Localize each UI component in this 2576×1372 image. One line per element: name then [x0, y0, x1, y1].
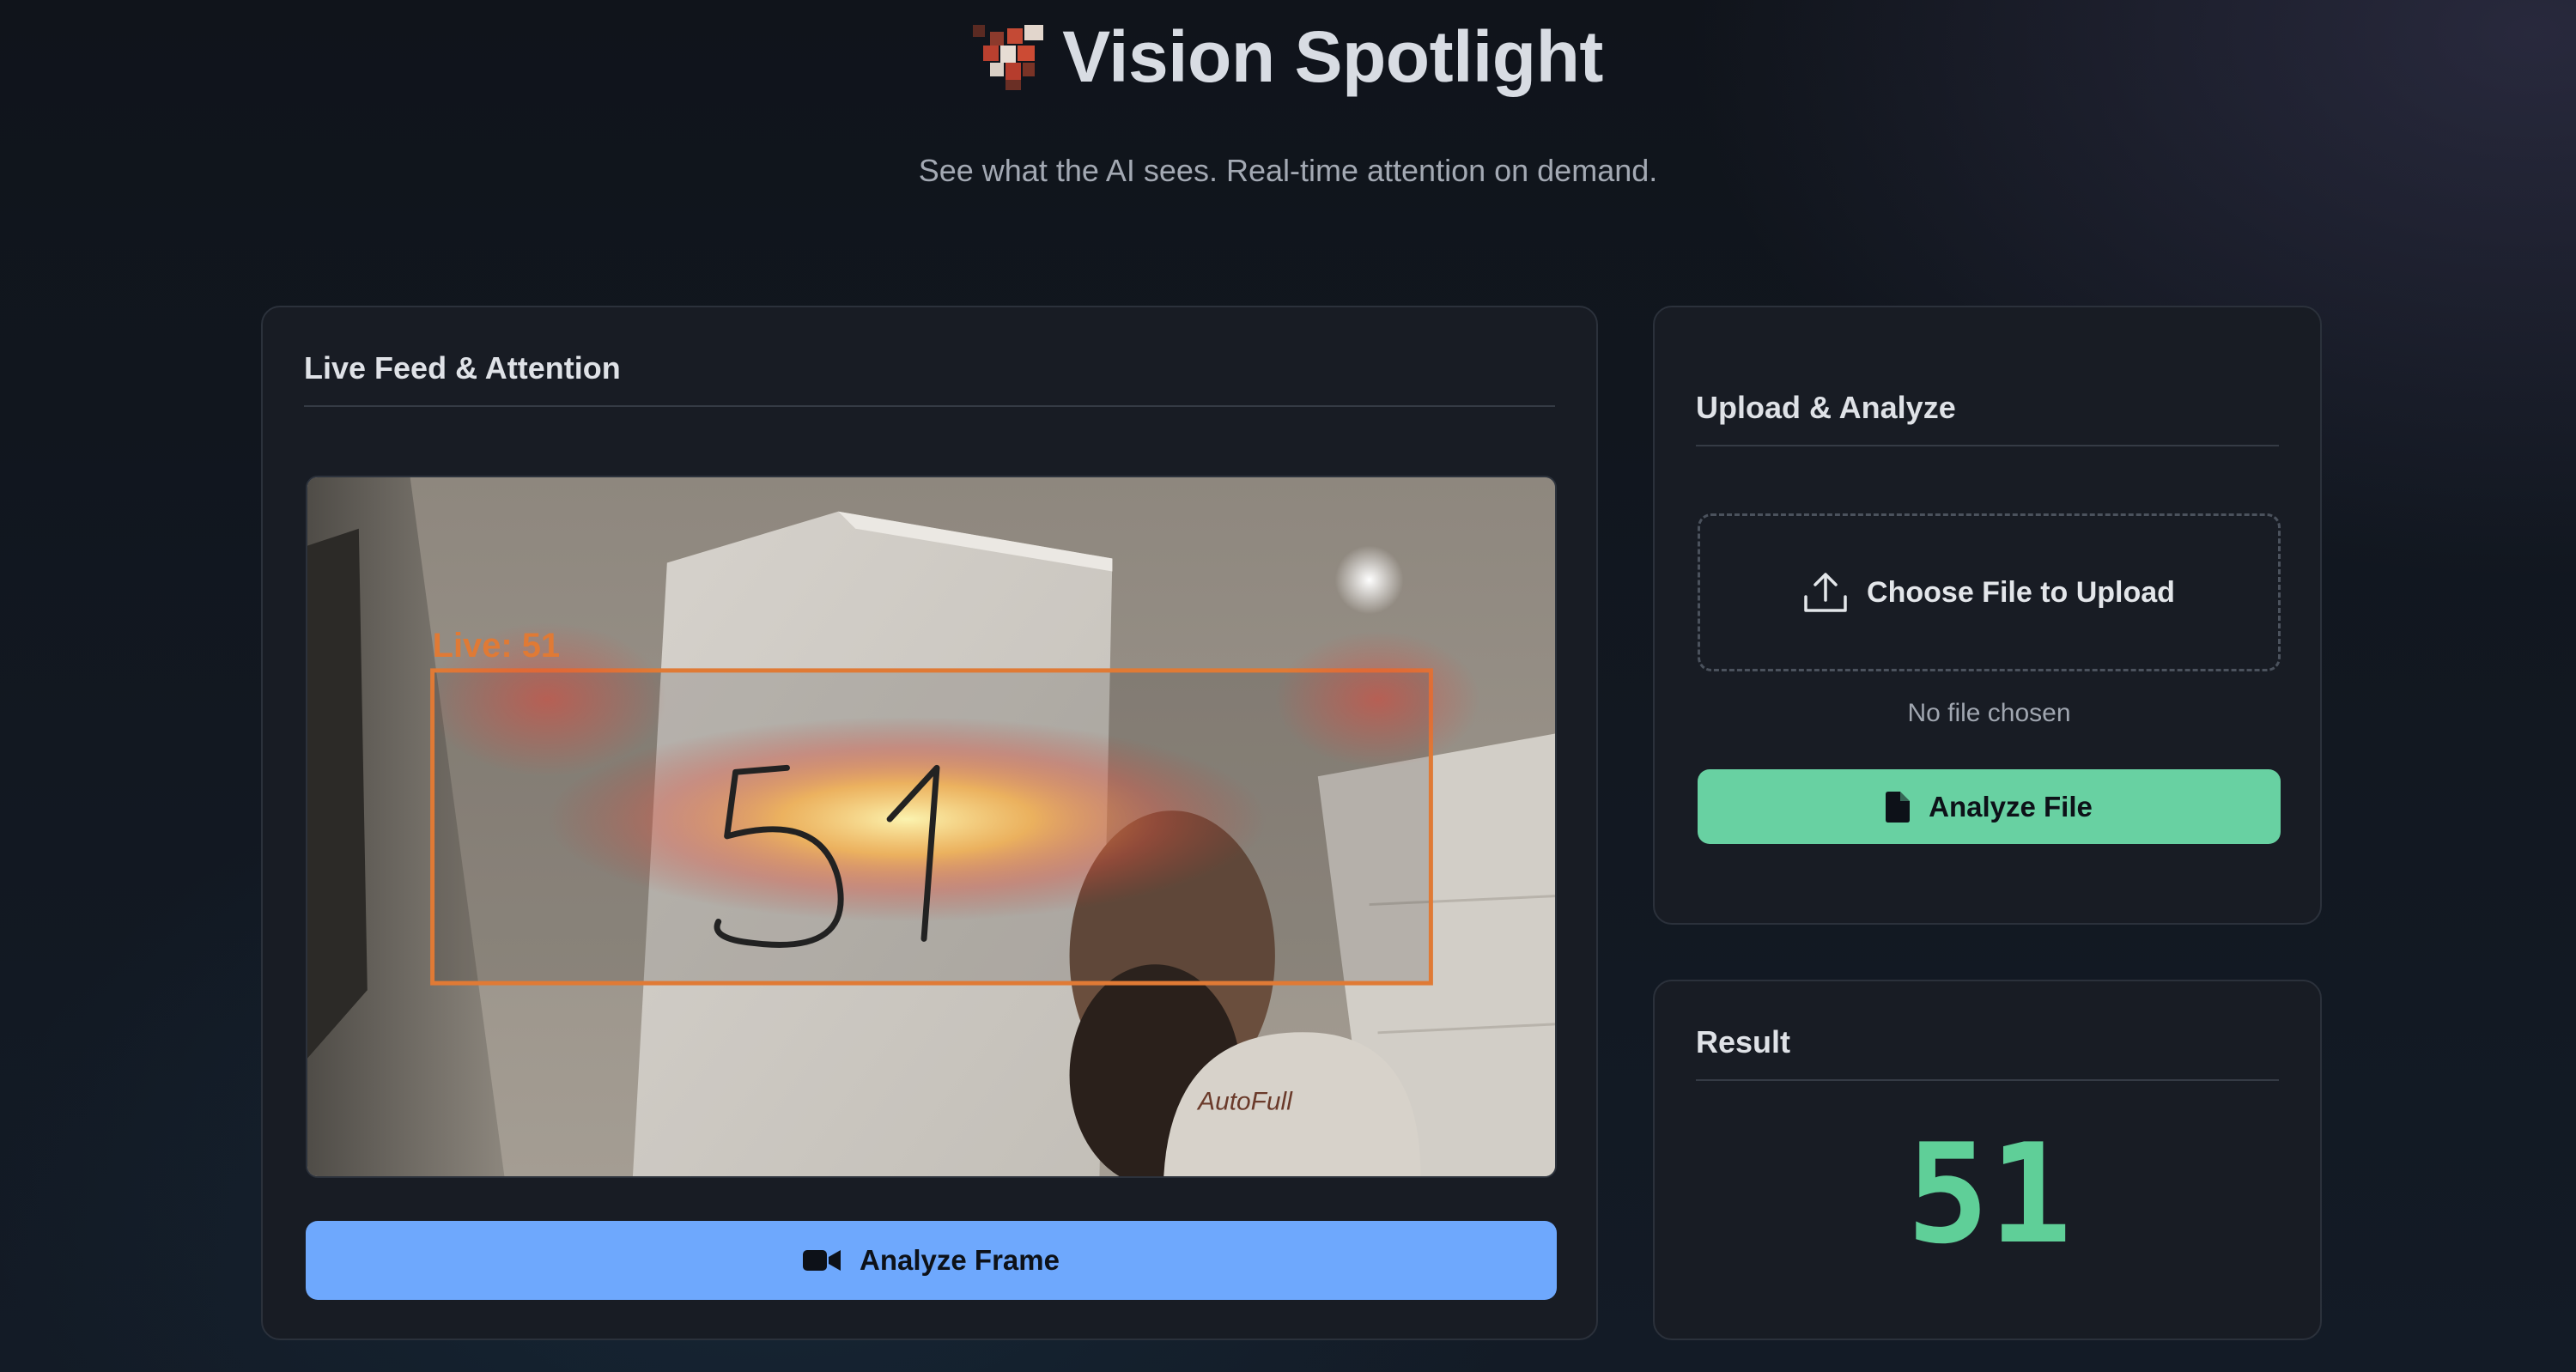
- result-value: 51: [1906, 1114, 2072, 1274]
- choose-file-dropzone[interactable]: Choose File to Upload: [1698, 513, 2281, 671]
- live-feed-divider: [304, 405, 1555, 407]
- choose-file-label: Choose File to Upload: [1867, 575, 2175, 609]
- video-camera-icon: [803, 1250, 841, 1271]
- result-divider: [1696, 1079, 2279, 1081]
- upload-divider: [1696, 445, 2279, 446]
- title-row: Vision Spotlight: [0, 15, 2576, 99]
- result-title: Result: [1696, 1024, 1791, 1059]
- pixel-logo-icon: [973, 24, 1044, 90]
- analyze-frame-button[interactable]: Analyze Frame: [306, 1221, 1557, 1300]
- file-status: No file chosen: [1907, 699, 2071, 727]
- svg-text:AutoFull: AutoFull: [1196, 1087, 1293, 1115]
- video-frame: AutoFull Live: 51: [307, 477, 1555, 1176]
- page-title: Vision Spotlight: [1062, 16, 1603, 97]
- page-header: Vision Spotlight See what the AI sees. R…: [0, 0, 2576, 223]
- file-icon: [1886, 791, 1911, 823]
- upload-card: Upload & Analyze Choose File to Upload N…: [1653, 306, 2322, 925]
- upload-icon: [1804, 573, 1847, 612]
- analyze-frame-label: Analyze Frame: [860, 1244, 1060, 1276]
- live-video-feed[interactable]: AutoFull Live: 51: [306, 476, 1557, 1178]
- analyze-file-button[interactable]: Analyze File: [1698, 769, 2281, 844]
- upload-title: Upload & Analyze: [1696, 390, 1956, 425]
- result-card: Result 51: [1653, 980, 2322, 1340]
- analyze-file-label: Analyze File: [1929, 790, 2093, 823]
- page-subtitle: See what the AI sees. Real-time attentio…: [918, 153, 1658, 188]
- live-feed-card: Live Feed & Attention AutoFull Live: 51 …: [261, 306, 1598, 1340]
- live-feed-title: Live Feed & Attention: [304, 350, 621, 385]
- overlay-label: Live: 51: [433, 627, 560, 665]
